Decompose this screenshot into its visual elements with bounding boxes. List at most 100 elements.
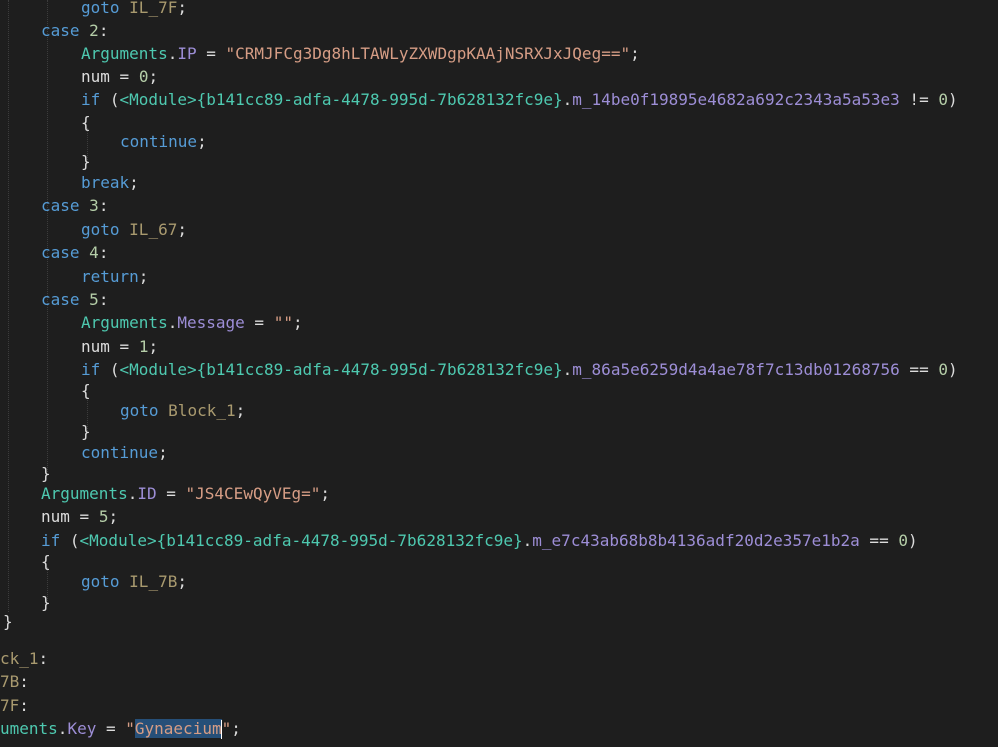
- brace: {: [41, 552, 51, 571]
- punctuation: :: [98, 243, 109, 262]
- punctuation: :: [38, 649, 49, 668]
- punctuation: ;: [148, 67, 159, 86]
- brace: {: [81, 113, 91, 132]
- code-line[interactable]: }: [41, 592, 51, 614]
- punctuation: ;: [177, 0, 187, 17]
- punctuation: ): [907, 531, 918, 550]
- code-line[interactable]: if (<Module>{b141cc89-adfa-4478-995d-7b6…: [81, 89, 958, 111]
- operator: =: [109, 337, 139, 356]
- code-line[interactable]: goto IL_7B;: [81, 571, 187, 593]
- field-name: ID: [137, 484, 157, 503]
- code-line[interactable]: }: [3, 611, 13, 633]
- code-line[interactable]: }: [41, 463, 51, 485]
- code-line[interactable]: num = 5;: [41, 506, 118, 528]
- punctuation: (: [100, 360, 120, 379]
- type-name: <Module>{b141cc89-adfa-4478-995d-7b62813…: [119, 360, 563, 379]
- punctuation: :: [98, 290, 109, 309]
- number-literal: 1: [138, 337, 149, 356]
- code-line[interactable]: goto IL_67;: [81, 219, 187, 241]
- punctuation: ;: [197, 132, 207, 151]
- indent-guide: [8, 0, 9, 612]
- field-name: Message: [177, 313, 245, 332]
- field-name: m_14be0f19895e4682a692c2343a5a53e3: [572, 90, 900, 109]
- code-editor[interactable]: goto IL_7F; case 2: Arguments.IP = "CRMJ…: [0, 0, 998, 747]
- keyword: goto: [120, 401, 159, 420]
- keyword: continue: [120, 132, 198, 151]
- code-line[interactable]: case 4:: [41, 242, 108, 264]
- code-line[interactable]: Arguments.ID = "JS4CEwQyVEg=";: [41, 483, 330, 505]
- operator: ==: [899, 360, 939, 379]
- punctuation: ;: [158, 443, 168, 462]
- number-literal: 0: [938, 360, 948, 379]
- code-line[interactable]: {: [81, 112, 91, 134]
- punctuation: .: [167, 313, 178, 332]
- keyword: if: [81, 90, 101, 109]
- keyword: case: [41, 243, 80, 262]
- keyword: goto: [81, 572, 120, 591]
- code-line[interactable]: num = 0;: [81, 66, 158, 88]
- code-line[interactable]: 7B:: [0, 671, 29, 693]
- string-literal: "": [273, 313, 293, 332]
- number-literal: 0: [138, 67, 149, 86]
- field-name: Key: [67, 719, 97, 738]
- punctuation: .: [127, 484, 138, 503]
- code-line[interactable]: Arguments.IP = "CRMJFCg3Dg8hLTAWLyZXWDgp…: [81, 43, 640, 65]
- field-name: IP: [177, 44, 197, 63]
- punctuation: :: [19, 696, 29, 715]
- punctuation: ;: [630, 44, 640, 63]
- code-line[interactable]: case 3:: [41, 195, 108, 217]
- code-line[interactable]: }: [81, 421, 91, 443]
- code-line[interactable]: if (<Module>{b141cc89-adfa-4478-995d-7b6…: [81, 359, 958, 381]
- string-literal: "JS4CEwQyVEg=": [185, 484, 321, 503]
- string-quote: ": [125, 719, 135, 738]
- code-line[interactable]: goto IL_7F;: [81, 0, 187, 19]
- brace: }: [41, 593, 51, 612]
- code-line[interactable]: 7F:: [0, 695, 29, 717]
- code-line[interactable]: }: [81, 151, 91, 173]
- code-line[interactable]: return;: [81, 266, 148, 288]
- number-literal: 4: [89, 243, 99, 262]
- operator: =: [69, 507, 99, 526]
- keyword: case: [41, 21, 80, 40]
- code-line[interactable]: continue;: [120, 131, 207, 153]
- punctuation: ;: [235, 401, 246, 420]
- punctuation: (: [60, 531, 80, 550]
- code-line[interactable]: {: [81, 380, 91, 402]
- operator: =: [156, 484, 186, 503]
- number-literal: 2: [89, 21, 99, 40]
- type-name: <Module>{b141cc89-adfa-4478-995d-7b62813…: [79, 531, 523, 550]
- code-line[interactable]: if (<Module>{b141cc89-adfa-4478-995d-7b6…: [41, 530, 918, 552]
- keyword: if: [41, 531, 61, 550]
- code-line[interactable]: case 2:: [41, 20, 108, 42]
- keyword: case: [41, 290, 80, 309]
- number-literal: 5: [89, 290, 99, 309]
- type-name: <Module>{b141cc89-adfa-4478-995d-7b62813…: [119, 90, 563, 109]
- field-name: m_86a5e6259d4a4ae78f7c13db01268756: [572, 360, 900, 379]
- brace: }: [41, 464, 51, 483]
- label: IL_7F: [129, 0, 178, 17]
- selected-text[interactable]: Gynaecium: [134, 719, 222, 738]
- punctuation: .: [562, 90, 573, 109]
- code-line[interactable]: case 5:: [41, 289, 108, 311]
- operator: !=: [899, 90, 939, 109]
- keyword: return: [81, 267, 139, 286]
- punctuation: ;: [138, 267, 149, 286]
- code-line[interactable]: break;: [81, 172, 139, 194]
- code-line[interactable]: continue;: [81, 442, 168, 464]
- operator: =: [196, 44, 226, 63]
- punctuation: ;: [320, 484, 331, 503]
- operator: =: [109, 67, 139, 86]
- keyword: break: [81, 173, 130, 192]
- code-line[interactable]: {: [41, 551, 51, 573]
- code-line[interactable]: goto Block_1;: [120, 400, 245, 422]
- punctuation: ;: [129, 173, 139, 192]
- punctuation: :: [19, 672, 29, 691]
- label: 7F: [0, 696, 20, 715]
- punctuation: ;: [292, 313, 303, 332]
- punctuation: ): [947, 360, 958, 379]
- code-line[interactable]: Arguments.Message = "";: [81, 312, 303, 334]
- code-line[interactable]: num = 1;: [81, 336, 158, 358]
- code-line[interactable]: uments.Key = "Gynaecium";: [0, 718, 241, 740]
- code-line[interactable]: ck_1:: [0, 648, 48, 670]
- brace: }: [3, 612, 13, 631]
